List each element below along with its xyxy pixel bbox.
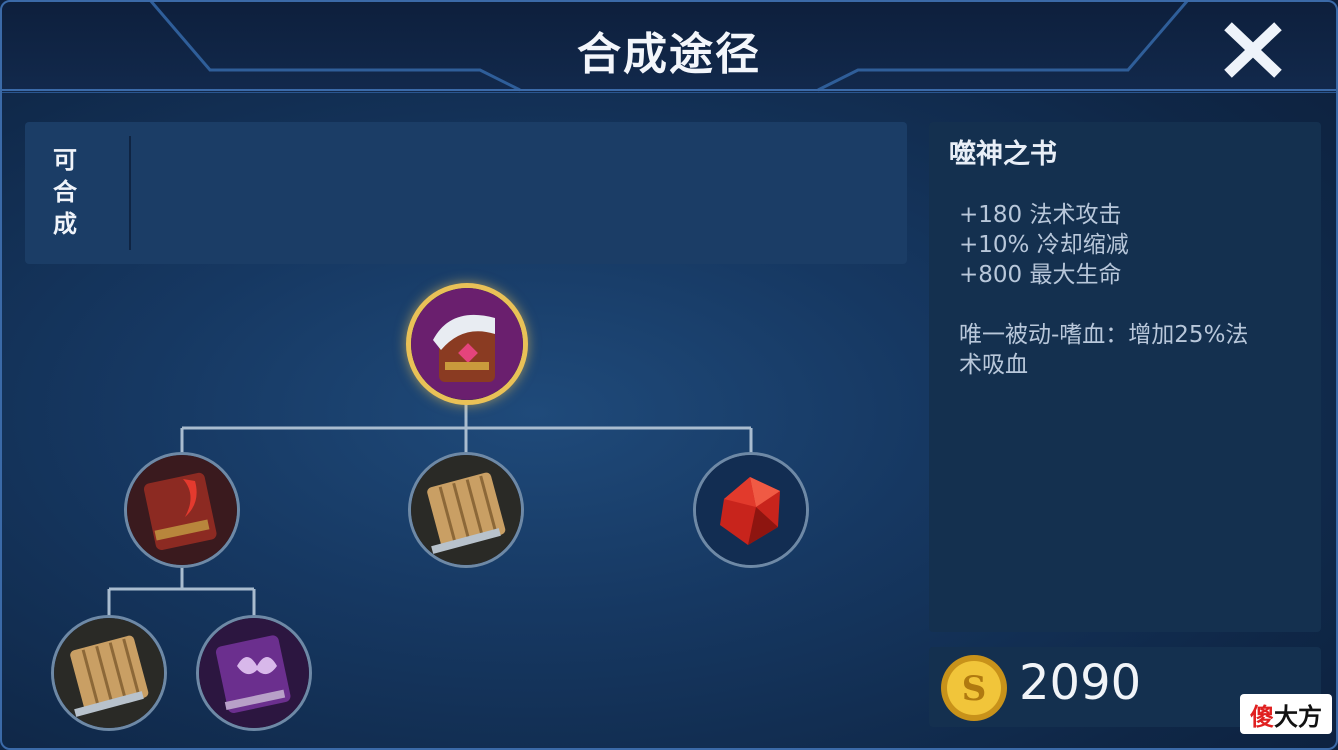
window-frame [0, 0, 1338, 750]
